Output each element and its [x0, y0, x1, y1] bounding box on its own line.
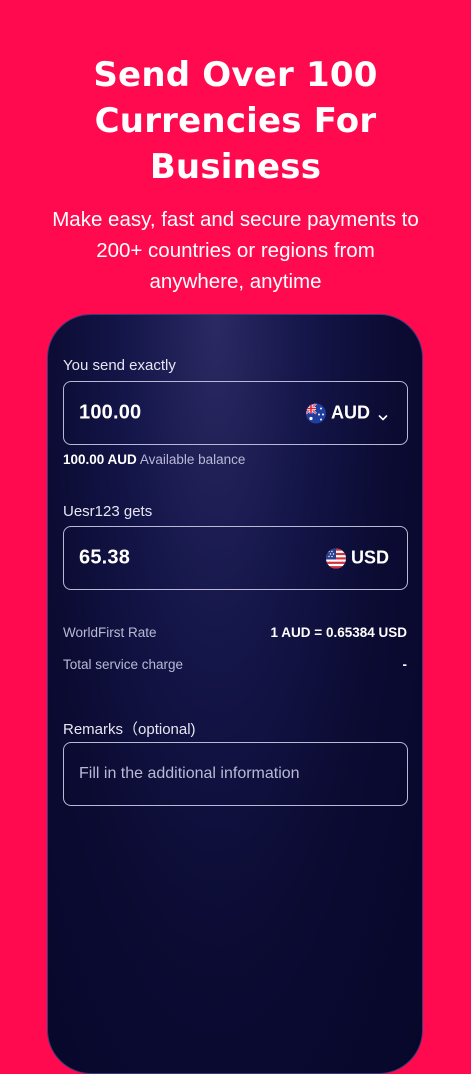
- send-currency-code: AUD: [331, 402, 370, 423]
- remarks-field[interactable]: Fill in the additional information: [63, 742, 408, 806]
- subhead-line-3: anywhere, anytime: [149, 270, 322, 293]
- receive-amount-input[interactable]: 65.38: [79, 547, 130, 570]
- send-amount-field[interactable]: 100.00 AUD: [63, 381, 408, 445]
- remarks-placeholder[interactable]: Fill in the additional information: [79, 765, 300, 783]
- subhead-line-1: Make easy, fast and secure payments to: [52, 208, 419, 231]
- hero-headline: Send Over 100 Currencies For Business: [0, 52, 471, 190]
- receive-amount-field[interactable]: 65.38 USD: [63, 526, 408, 590]
- receive-label: Uesr123 gets: [63, 503, 153, 520]
- phone-mockup: You send exactly 100.00 AUD 100.00 AUD A…: [47, 314, 423, 1074]
- headline-line-1: Send Over 100: [93, 55, 378, 95]
- balance-amount: 100.00 AUD: [63, 452, 137, 467]
- remarks-label: Remarks（optional): [63, 721, 196, 738]
- receive-currency-code: USD: [350, 547, 389, 568]
- service-charge-label: Total service charge: [63, 657, 184, 672]
- receive-currency-display: USD: [325, 547, 389, 569]
- headline-line-3: Business: [149, 147, 322, 187]
- rate-value: 1 AUD = 0.65384 USD: [270, 625, 407, 640]
- chevron-down-icon[interactable]: [377, 407, 389, 420]
- send-label: You send exactly: [63, 357, 176, 374]
- service-charge-value: -: [402, 657, 408, 672]
- balance-text: Available balance: [139, 452, 246, 467]
- send-amount-input[interactable]: 100.00: [79, 402, 141, 425]
- rate-label: WorldFirst Rate: [63, 625, 157, 640]
- australia-flag-icon: [306, 403, 326, 423]
- send-currency-selector[interactable]: AUD: [306, 403, 389, 424]
- headline-line-2: Currencies For: [94, 101, 377, 141]
- us-flag-icon: [325, 548, 346, 568]
- hero-subheading: Make easy, fast and secure payments to 2…: [20, 204, 451, 297]
- subhead-line-2: 200+ countries or regions from: [96, 239, 375, 262]
- available-balance: 100.00 AUD Available balance: [63, 452, 245, 467]
